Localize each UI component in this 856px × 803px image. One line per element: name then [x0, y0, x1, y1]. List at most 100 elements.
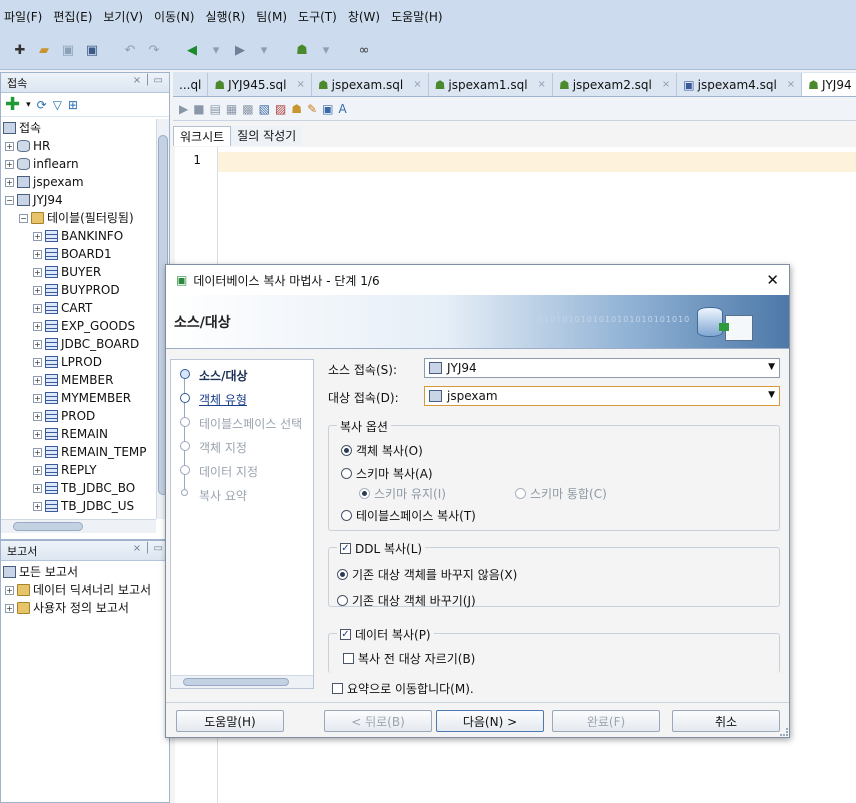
- redo-icon[interactable]: ↷: [144, 42, 164, 60]
- editor-tab[interactable]: ...ql: [173, 73, 209, 96]
- tree-item[interactable]: + inflearn: [5, 155, 79, 173]
- expand-icon[interactable]: +: [5, 585, 14, 595]
- tree-item[interactable]: + MYMEMBER: [33, 389, 131, 407]
- tree-item[interactable]: + HR: [5, 137, 50, 155]
- editor-tab-active[interactable]: ☗ JYJ94: [802, 73, 856, 96]
- expand-icon[interactable]: +: [33, 267, 42, 277]
- tab-worksheet[interactable]: 워크시트: [173, 126, 232, 146]
- expand-icon[interactable]: +: [5, 603, 14, 613]
- expand-icon[interactable]: +: [33, 321, 42, 331]
- close-tab-icon[interactable]: ×: [297, 79, 305, 90]
- go-summary-checkbox[interactable]: 요약으로 이동합니다(M).: [332, 680, 474, 697]
- close-icon[interactable]: ✕: [766, 271, 779, 289]
- commit-icon[interactable]: ▧: [259, 102, 270, 116]
- format-icon[interactable]: A: [338, 102, 346, 116]
- sql-tuning-icon[interactable]: ☗: [291, 102, 302, 116]
- run-script-icon[interactable]: ■: [193, 102, 204, 116]
- binoculars-icon[interactable]: ∞: [354, 42, 374, 60]
- close-tab-icon[interactable]: ×: [662, 79, 670, 90]
- editor-tab[interactable]: ☗ jspexam1.sql ×: [429, 73, 553, 96]
- expand-icon[interactable]: +: [33, 393, 42, 403]
- tree-item[interactable]: + REMAIN: [33, 425, 108, 443]
- tree-item[interactable]: + CART: [33, 299, 92, 317]
- forward-icon[interactable]: ▶: [230, 42, 250, 60]
- expand-icon[interactable]: +: [5, 141, 14, 151]
- steps-hscroll-thumb[interactable]: [183, 678, 289, 686]
- sql-dropdown-icon[interactable]: ▾: [316, 42, 336, 60]
- resize-grip-icon[interactable]: [780, 728, 788, 736]
- target-connection-select[interactable]: jspexam ▼: [424, 386, 780, 406]
- editor-tab[interactable]: ☗ jspexam2.sql ×: [553, 73, 678, 96]
- tree-item[interactable]: + TB_JDBC_US: [33, 497, 134, 515]
- copy-data-checkbox[interactable]: ✓ 데이터 복사(P): [337, 626, 434, 643]
- menu-run[interactable]: 실행(R): [205, 8, 245, 25]
- expand-icon[interactable]: +: [33, 411, 42, 421]
- cancel-button[interactable]: 취소: [672, 710, 780, 732]
- close-tab-icon[interactable]: ×: [787, 79, 795, 90]
- tree-item[interactable]: + 사용자 정의 보고서: [5, 599, 129, 617]
- expand-icon[interactable]: +: [33, 249, 42, 259]
- steps-hscroll[interactable]: [171, 675, 313, 688]
- copy-tablespace-radio[interactable]: 테이블스페이스 복사(T): [341, 507, 476, 524]
- tree-item[interactable]: + 데이터 딕셔너리 보고서: [5, 581, 151, 599]
- expand-icon[interactable]: +: [33, 357, 42, 367]
- tree-item[interactable]: − 테이블(필터링됨): [19, 209, 134, 227]
- tree-item[interactable]: + BUYER: [33, 263, 101, 281]
- expand-icon[interactable]: +: [33, 303, 42, 313]
- tab-query-builder[interactable]: 질의 작성기: [231, 126, 303, 146]
- menu-help[interactable]: 도움말(H): [391, 8, 443, 25]
- tree-item[interactable]: + PROD: [33, 407, 95, 425]
- undo-icon[interactable]: ↶: [120, 42, 140, 60]
- expand-icon[interactable]: +: [33, 285, 42, 295]
- refresh-icon[interactable]: ⟳: [37, 98, 47, 112]
- tree-item[interactable]: 모든 보고서: [3, 563, 78, 581]
- tree-item[interactable]: + LPROD: [33, 353, 102, 371]
- rollback-icon[interactable]: ▨: [275, 102, 286, 116]
- expand-icon[interactable]: +: [33, 375, 42, 385]
- back-button[interactable]: < 뒤로(B): [324, 710, 432, 732]
- tree-item[interactable]: + JDBC_BOARD: [33, 335, 139, 353]
- menu-navigate[interactable]: 이동(N): [154, 8, 194, 25]
- save-icon[interactable]: ▣: [58, 42, 78, 60]
- add-connection-icon[interactable]: ✚: [5, 94, 20, 115]
- history-icon[interactable]: ▩: [242, 102, 253, 116]
- save-all-icon[interactable]: ▣: [82, 42, 102, 60]
- close-tab-icon[interactable]: ×: [413, 79, 421, 90]
- expand-icon[interactable]: +: [5, 177, 14, 187]
- menu-tools[interactable]: 도구(T): [298, 8, 337, 25]
- forward-dropdown-icon[interactable]: ▾: [254, 42, 274, 60]
- copy-objects-radio[interactable]: 객체 복사(O): [341, 442, 423, 459]
- editor-tab[interactable]: ☗ jspexam.sql ×: [312, 73, 429, 96]
- panel-minimize-icon[interactable]: × │ ▭: [133, 75, 163, 86]
- open-folder-icon[interactable]: ▰: [34, 42, 54, 60]
- reports-minimize-icon[interactable]: × │ ▭: [133, 543, 163, 554]
- menu-team[interactable]: 팀(M): [256, 8, 287, 25]
- expand-icon[interactable]: +: [33, 483, 42, 493]
- menu-file[interactable]: 파일(F): [4, 8, 42, 25]
- collapse-icon[interactable]: −: [5, 195, 14, 205]
- tree-item[interactable]: + TB_JDBC_BO: [33, 479, 135, 497]
- tree-item[interactable]: + BOARD1: [33, 245, 112, 263]
- tree-item[interactable]: − JYJ94: [5, 191, 63, 209]
- tree-item[interactable]: + BUYPROD: [33, 281, 120, 299]
- tree-item[interactable]: 접속: [3, 119, 41, 137]
- ddl-checkbox[interactable]: ✓ DDL 복사(L): [337, 540, 426, 557]
- collapse-icon[interactable]: −: [19, 213, 28, 223]
- new-file-icon[interactable]: ✚: [10, 42, 30, 60]
- back-dropdown-icon[interactable]: ▾: [206, 42, 226, 60]
- step-object-types[interactable]: 객체 유형: [199, 391, 247, 408]
- unshared-icon[interactable]: ▣: [322, 102, 333, 116]
- tree-item[interactable]: + MEMBER: [33, 371, 113, 389]
- expand-icon[interactable]: +: [33, 429, 42, 439]
- source-connection-select[interactable]: JYJ94 ▼: [424, 358, 780, 378]
- expand-icon[interactable]: +: [33, 231, 42, 241]
- next-button[interactable]: 다음(N) >: [436, 710, 544, 732]
- filter-icon[interactable]: ▽: [53, 98, 62, 112]
- copy-schema-radio[interactable]: 스키마 복사(A): [341, 465, 433, 482]
- tree-item[interactable]: + BANKINFO: [33, 227, 123, 245]
- replace-radio[interactable]: 기존 대상 객체 바꾸기(J): [337, 592, 476, 609]
- menu-edit[interactable]: 편집(E): [53, 8, 92, 25]
- expand-icon[interactable]: +: [33, 501, 42, 511]
- tree-item[interactable]: + jspexam: [5, 173, 84, 191]
- add-dropdown-icon[interactable]: ▾: [26, 100, 31, 110]
